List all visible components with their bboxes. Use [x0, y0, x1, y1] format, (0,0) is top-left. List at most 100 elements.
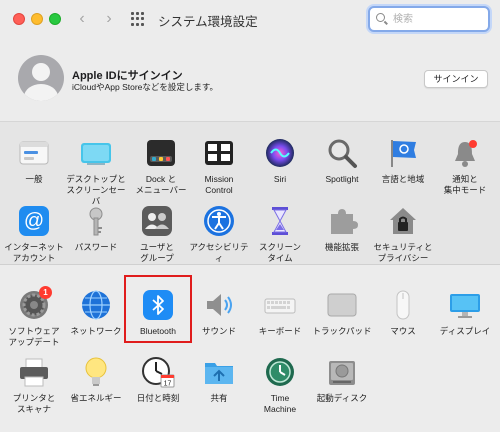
- forward-button[interactable]: ›: [99, 9, 119, 29]
- pref-printers-scanners[interactable]: プリンタと スキャナ: [3, 355, 65, 415]
- pref-users-groups[interactable]: ユーザと グループ: [126, 204, 188, 264]
- puzzle-icon: [325, 204, 359, 238]
- search-icon: [376, 13, 385, 22]
- users-icon: [140, 204, 174, 238]
- pref-spotlight[interactable]: Spotlight: [311, 136, 373, 185]
- pref-label: 起動ディスク: [316, 393, 368, 403]
- pref-label: ネットワーク: [70, 326, 122, 336]
- pref-security-privacy[interactable]: セキュリティと プライバシー: [372, 204, 434, 264]
- hourglass-icon: [263, 204, 297, 238]
- pref-label: アクセシビリティ: [189, 242, 249, 263]
- speaker-icon: [202, 288, 236, 322]
- mission-control-icon: [202, 136, 236, 170]
- pref-desktop-screensaver[interactable]: デスクトップと スクリーンセーバ: [65, 136, 127, 207]
- house-lock-icon: [386, 204, 420, 238]
- lightbulb-icon: [79, 355, 113, 389]
- pref-label: 通知と 集中モード: [443, 174, 487, 195]
- pref-label: ソフトウェア アップデート: [8, 326, 60, 347]
- pref-screen-time[interactable]: スクリーン タイム: [249, 204, 311, 264]
- desktop-icon: [79, 136, 113, 170]
- pref-mission-control[interactable]: Mission Control: [188, 136, 250, 196]
- pref-label: Time Machine: [263, 393, 297, 414]
- display-icon: [448, 288, 482, 322]
- pref-time-machine[interactable]: Time Machine: [249, 355, 311, 415]
- siri-icon: [263, 136, 297, 170]
- time-machine-icon: [263, 355, 297, 389]
- pref-label: トラックパッド: [312, 326, 372, 336]
- pref-label: 機能拡張: [324, 242, 359, 252]
- title-bar: ‹ › システム環境設定: [0, 0, 500, 40]
- pref-label: Spotlight: [325, 174, 359, 184]
- update-count-badge: 1: [39, 286, 52, 299]
- notifications-icon: [448, 136, 482, 170]
- pref-label: パスワード: [74, 242, 118, 252]
- pref-label: 日付と時刻: [136, 393, 180, 403]
- pref-startup-disk[interactable]: 起動ディスク: [311, 355, 373, 404]
- pref-label: 一般: [25, 174, 43, 184]
- window-title: システム環境設定: [158, 15, 258, 29]
- pref-label: 省エネルギー: [70, 393, 122, 403]
- pref-software-update[interactable]: 1 ソフトウェア アップデート: [3, 286, 65, 348]
- back-button[interactable]: ‹: [72, 9, 92, 29]
- minimize-window-button[interactable]: [31, 13, 43, 25]
- internet-accounts-icon: @: [17, 204, 51, 238]
- pref-accessibility[interactable]: アクセシビリティ: [188, 204, 250, 264]
- pref-passwords[interactable]: パスワード: [65, 204, 127, 253]
- close-window-button[interactable]: [13, 13, 25, 25]
- pref-keyboard[interactable]: キーボード: [249, 288, 311, 337]
- general-icon: [17, 136, 51, 170]
- search-input[interactable]: [393, 11, 483, 27]
- pref-label: Mission Control: [204, 174, 234, 195]
- accessibility-icon: [202, 204, 236, 238]
- pref-notifications-focus[interactable]: 通知と 集中モード: [434, 136, 496, 196]
- sign-in-button[interactable]: サインイン: [424, 70, 488, 88]
- apple-id-subtitle: iCloudやApp Storeなどを設定します。: [72, 82, 219, 92]
- pref-label: プリンタと スキャナ: [12, 393, 56, 414]
- pref-label: スクリーン タイム: [258, 242, 302, 263]
- clock-icon: 17: [141, 355, 175, 389]
- apple-id-banner: Apple IDにサインイン iCloudやApp Storeなどを設定します。…: [0, 40, 500, 122]
- mouse-icon: [386, 288, 420, 322]
- show-all-grid-icon[interactable]: [131, 12, 145, 26]
- pref-energy-saver[interactable]: 省エネルギー: [65, 355, 127, 404]
- pref-label: ディスプレイ: [439, 326, 491, 336]
- pref-siri[interactable]: Siri: [249, 136, 311, 185]
- pref-mouse[interactable]: マウス: [372, 288, 434, 337]
- pref-language-region[interactable]: 言語と地域: [372, 136, 434, 185]
- pref-label: 言語と地域: [381, 174, 425, 184]
- pref-label: Siri: [273, 174, 287, 184]
- bluetooth-highlight-box: [124, 275, 192, 343]
- pref-extensions[interactable]: 機能拡張: [311, 204, 373, 253]
- pref-label: Dock と メニューバー: [135, 174, 187, 195]
- pref-sound[interactable]: サウンド: [188, 288, 250, 337]
- pref-network[interactable]: ネットワーク: [65, 288, 127, 337]
- pref-label: サウンド: [201, 326, 236, 336]
- search-field[interactable]: [368, 6, 490, 32]
- pref-label: マウス: [390, 326, 416, 336]
- pref-trackpad[interactable]: トラックパッド: [311, 288, 373, 337]
- avatar: [18, 55, 64, 101]
- pref-displays[interactable]: ディスプレイ: [434, 288, 496, 337]
- printer-icon: [17, 355, 51, 389]
- zoom-window-button[interactable]: [49, 13, 61, 25]
- gear-icon: 1: [17, 286, 52, 322]
- pref-label: ユーザと グループ: [140, 242, 174, 263]
- pref-internet-accounts[interactable]: @ インターネット アカウント: [3, 204, 65, 264]
- keyboard-icon: [263, 288, 297, 322]
- pref-label: インターネット アカウント: [4, 242, 64, 263]
- language-icon: [386, 136, 420, 170]
- key-icon: [79, 204, 113, 238]
- globe-icon: [79, 288, 113, 322]
- pref-label: セキュリティと プライバシー: [373, 242, 433, 263]
- pref-sharing[interactable]: 共有: [188, 355, 250, 404]
- pref-general[interactable]: 一般: [3, 136, 65, 185]
- spotlight-icon: [325, 136, 359, 170]
- pref-label: デスクトップと スクリーンセーバ: [66, 174, 126, 206]
- svg-text:17: 17: [164, 381, 172, 388]
- pref-dock-menubar[interactable]: Dock と メニューバー: [130, 136, 192, 196]
- pref-date-time[interactable]: 17 日付と時刻: [127, 355, 189, 404]
- pref-label: キーボード: [258, 326, 302, 336]
- dock-icon: [144, 136, 178, 170]
- folder-icon: [202, 355, 236, 389]
- pref-label: 共有: [210, 393, 228, 403]
